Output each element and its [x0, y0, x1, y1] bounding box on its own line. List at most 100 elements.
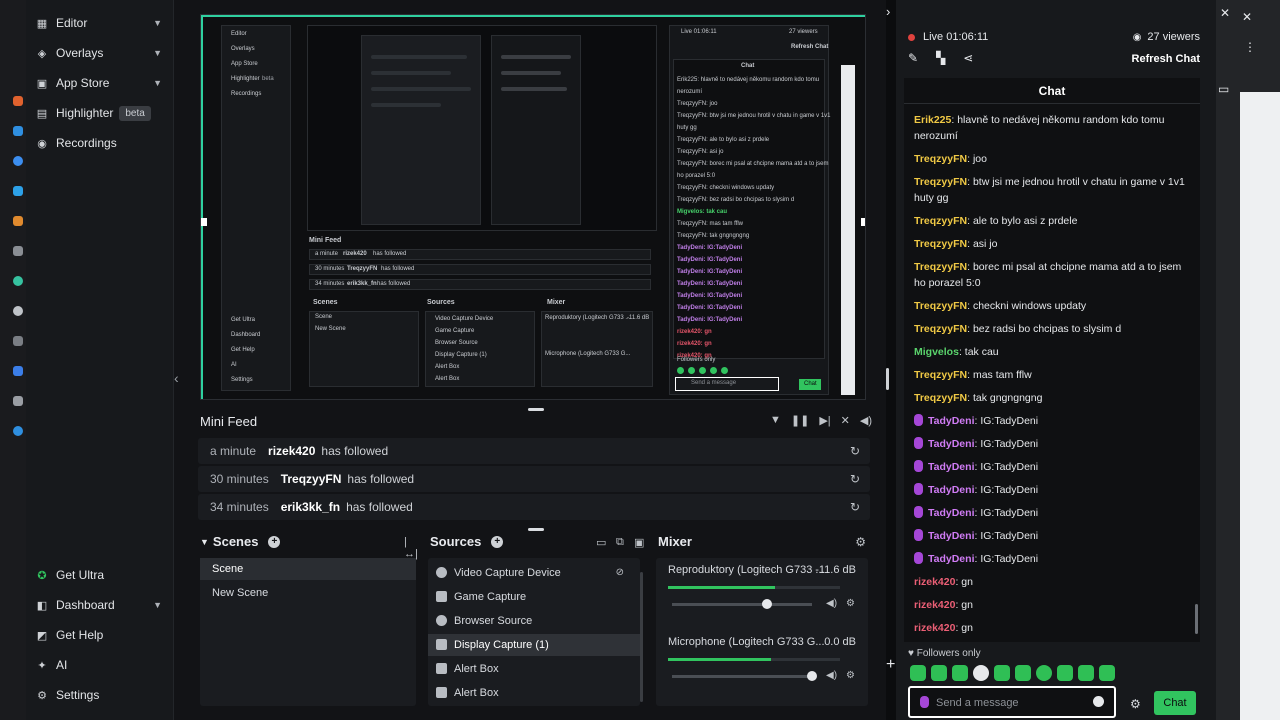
chat-username[interactable]: TadyDeni	[928, 553, 974, 565]
add-scene-button[interactable]: +	[268, 535, 281, 548]
chat-settings-gear-icon[interactable]: ⚙	[1130, 697, 1141, 711]
desktop-app-icon[interactable]	[13, 366, 23, 376]
pause-icon[interactable]: ❚❚	[791, 414, 809, 427]
speaker-icon[interactable]: ◀)	[826, 598, 837, 609]
sidebar-item-editor[interactable]: ▦ Editor ▼	[26, 8, 174, 38]
desktop-app-icon[interactable]	[13, 186, 23, 196]
sidebar-item-get-ultra[interactable]: ✪ Get Ultra	[26, 560, 174, 590]
sources-scrollbar[interactable]	[640, 572, 643, 702]
close-icon[interactable]: ✕	[1242, 10, 1252, 24]
speaker-icon[interactable]: ◀)	[826, 670, 837, 681]
sidebar-item-ai[interactable]: ✦ AI	[26, 650, 174, 680]
chat-username[interactable]: TreqzyyFN	[914, 238, 967, 250]
chat-username[interactable]: TreqzyyFN	[914, 392, 967, 404]
sidebar-item-highlighter[interactable]: ▤ Highlighter beta	[26, 98, 174, 128]
desktop-app-icon[interactable]	[13, 336, 23, 346]
source-item[interactable]: Alert Box	[428, 658, 640, 680]
emote-icon[interactable]	[1057, 665, 1073, 681]
desktop-app-icon[interactable]	[13, 396, 23, 406]
emote-icon[interactable]	[1015, 665, 1031, 681]
chat-username[interactable]: rizek420	[914, 599, 955, 611]
emoji-icon[interactable]	[1093, 696, 1104, 707]
replay-icon[interactable]: ↻	[850, 444, 860, 458]
sidebar-item-dashboard[interactable]: ◧ Dashboard ▼	[26, 590, 174, 620]
scene-item[interactable]: New Scene	[200, 582, 416, 604]
emote-icon[interactable]	[973, 665, 989, 681]
chat-username[interactable]: TreqzyyFN	[914, 215, 967, 227]
chat-username[interactable]: Migvelos	[914, 346, 959, 358]
mute-alerts-icon[interactable]: ✕	[841, 414, 850, 427]
window-icon[interactable]: ▭	[1218, 82, 1229, 96]
chevron-down-icon[interactable]: ▼	[153, 48, 162, 58]
chat-username[interactable]: rizek420	[914, 576, 955, 588]
emote-icon[interactable]	[1099, 665, 1115, 681]
chat-message-input[interactable]	[936, 694, 1086, 712]
stream-preview[interactable]: Editor Overlays App Store Highlighter Re…	[200, 14, 866, 400]
sidebar-item-app-store[interactable]: ▣ App Store ▼	[26, 68, 174, 98]
source-image-icon[interactable]: ▣	[634, 536, 644, 549]
chat-scrollbar[interactable]	[1195, 604, 1198, 634]
emote-icon[interactable]	[910, 665, 926, 681]
sidebar-item-get-help[interactable]: ◩ Get Help	[26, 620, 174, 650]
chat-username[interactable]: TreqzyyFN	[914, 300, 967, 312]
gear-icon[interactable]: ⚙	[846, 670, 855, 681]
source-folder-icon[interactable]: ▭	[596, 536, 606, 549]
chevron-down-icon[interactable]: ▼	[153, 18, 162, 28]
desktop-app-icon[interactable]	[13, 156, 23, 166]
desktop-app-icon[interactable]	[13, 306, 23, 316]
desktop-app-icon[interactable]	[13, 276, 23, 286]
chat-username[interactable]: TreqzyyFN	[914, 176, 967, 188]
chat-username[interactable]: TreqzyyFN	[914, 153, 967, 165]
sidebar-item-overlays[interactable]: ◈ Overlays ▼	[26, 38, 174, 68]
source-item[interactable]: Game Capture	[428, 586, 640, 608]
chat-username[interactable]: Erik225	[914, 114, 951, 126]
collapse-left-arrow-icon[interactable]: ‹	[174, 370, 188, 390]
close-icon[interactable]: ✕	[1220, 6, 1230, 20]
desktop-app-icon[interactable]	[13, 246, 23, 256]
scene-transitions-icon[interactable]: |↔|	[404, 536, 420, 560]
send-chat-button[interactable]: Chat	[1154, 691, 1196, 715]
chevron-down-icon[interactable]: ▼	[153, 600, 162, 610]
chat-username[interactable]: TadyDeni	[928, 530, 974, 542]
chat-message-field[interactable]	[908, 686, 1116, 718]
source-item[interactable]: Display Capture (1)	[428, 634, 640, 656]
chat-username[interactable]: TadyDeni	[928, 507, 974, 519]
replay-icon[interactable]: ↻	[850, 472, 860, 486]
source-item[interactable]: Alert Box	[428, 682, 640, 704]
volume-icon[interactable]: ◀)	[860, 414, 872, 427]
chat-username[interactable]: TadyDeni	[928, 484, 974, 496]
scene-item[interactable]: Scene	[200, 558, 416, 580]
emote-icon[interactable]	[994, 665, 1010, 681]
chat-username[interactable]: TreqzyyFN	[914, 261, 967, 273]
volume-slider-knob[interactable]	[807, 671, 817, 681]
panel-resize-handle[interactable]	[886, 368, 889, 390]
sidebar-item-settings[interactable]: ⚙ Settings	[26, 680, 174, 710]
emote-icon[interactable]	[1036, 665, 1052, 681]
replay-icon[interactable]: ↻	[850, 500, 860, 514]
source-item[interactable]: Browser Source	[428, 610, 640, 632]
gear-icon[interactable]: ⚙	[846, 598, 855, 609]
sidebar-item-recordings[interactable]: ◉ Recordings	[26, 128, 174, 158]
volume-slider[interactable]	[672, 599, 812, 609]
desktop-app-icon[interactable]	[13, 96, 23, 106]
copy-icon[interactable]: ▚	[936, 51, 945, 65]
emote-icon[interactable]	[952, 665, 968, 681]
chat-username[interactable]: TreqzyyFN	[914, 323, 967, 335]
desktop-app-icon[interactable]	[13, 216, 23, 226]
refresh-chat-button[interactable]: Refresh Chat	[1132, 53, 1200, 65]
source-group-icon[interactable]: ⧉	[616, 536, 624, 549]
chevron-down-icon[interactable]: ▼	[153, 78, 162, 88]
chat-username[interactable]: TadyDeni	[928, 461, 974, 473]
chat-username[interactable]: TadyDeni	[928, 415, 974, 427]
emote-icon[interactable]	[1078, 665, 1094, 681]
more-options-icon[interactable]: ⋮	[1244, 40, 1256, 54]
resize-handle[interactable]	[861, 218, 865, 226]
chat-username[interactable]: TreqzyyFN	[914, 369, 967, 381]
desktop-app-icon[interactable]	[13, 426, 23, 436]
edit-pencil-icon[interactable]: ✎	[908, 51, 918, 65]
chat-username[interactable]: rizek420	[914, 622, 955, 634]
chat-username[interactable]: TadyDeni	[928, 438, 974, 450]
add-source-button[interactable]: +	[491, 535, 504, 548]
chevron-down-icon[interactable]: ▼	[200, 537, 209, 547]
visibility-hidden-icon[interactable]: ⊘	[616, 562, 624, 584]
